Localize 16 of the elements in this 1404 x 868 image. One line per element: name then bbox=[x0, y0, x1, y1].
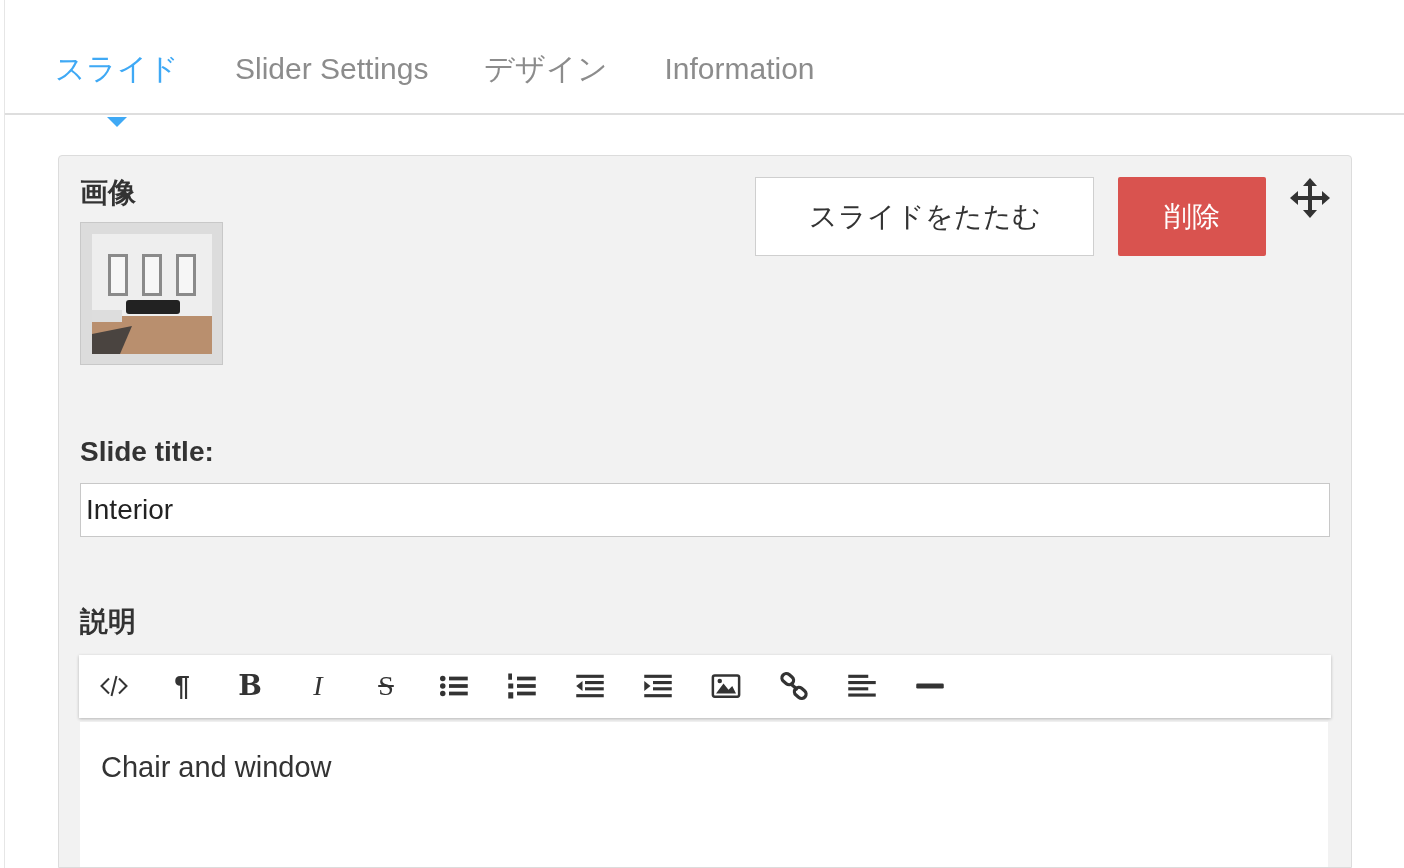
image-label: 画像 bbox=[80, 176, 137, 210]
slide-title-label: Slide title: bbox=[80, 434, 215, 469]
bold-button[interactable]: B bbox=[231, 672, 269, 701]
collapse-slide-button[interactable]: スライドをたたむ bbox=[755, 177, 1094, 256]
italic-button[interactable]: I bbox=[299, 672, 337, 701]
link-icon[interactable] bbox=[779, 671, 809, 702]
move-icon[interactable] bbox=[1290, 178, 1330, 218]
description-label: 説明 bbox=[80, 604, 137, 639]
slide-title-field[interactable]: Interior bbox=[80, 482, 1330, 537]
description-editor[interactable]: Chair and window bbox=[80, 721, 1328, 867]
image-thumbnail[interactable] bbox=[80, 221, 223, 365]
paragraph-button[interactable]: ¶ bbox=[163, 672, 201, 701]
active-tab-pointer-icon bbox=[107, 117, 127, 127]
delete-button[interactable]: 削除 bbox=[1118, 177, 1266, 256]
strikethrough-button[interactable]: S bbox=[367, 672, 405, 701]
numbered-list-icon[interactable] bbox=[507, 671, 537, 702]
